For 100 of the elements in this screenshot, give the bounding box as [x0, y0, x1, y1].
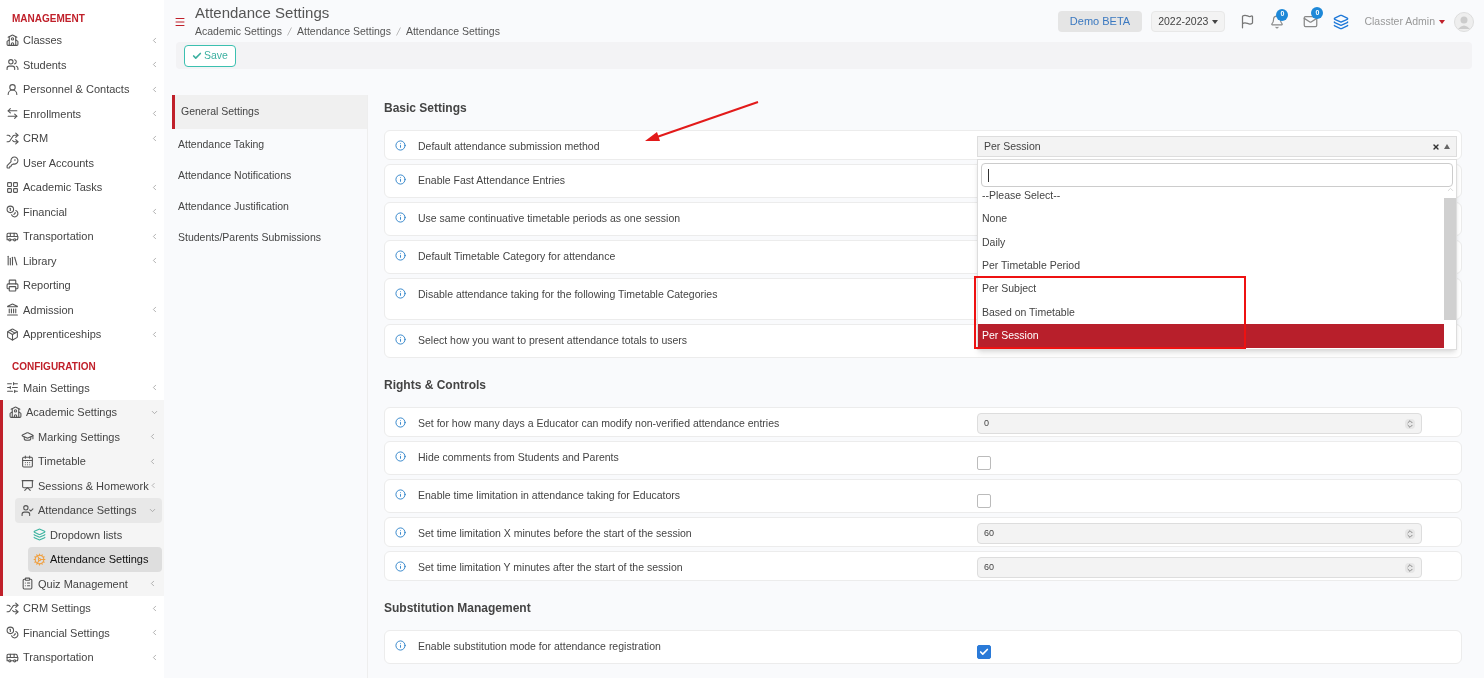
info-icon[interactable]	[395, 250, 406, 261]
classroom-icon	[9, 405, 22, 419]
checkbox[interactable]	[977, 645, 991, 659]
chevron-left-icon	[150, 84, 159, 94]
setting-label: Set time limitation X minutes before the start of the session	[418, 526, 692, 541]
sidebar-item[interactable]: Sessions & Homework	[15, 473, 162, 498]
info-icon[interactable]	[395, 212, 406, 223]
sidebar-item[interactable]: Library	[0, 248, 164, 273]
checkbox[interactable]	[977, 494, 991, 508]
dropdown-option[interactable]: Based on Timetable	[978, 300, 1444, 325]
select-field[interactable]: Per Session	[977, 136, 1457, 157]
gear-icon	[33, 552, 46, 566]
info-icon[interactable]	[395, 288, 406, 299]
list-icon	[21, 577, 34, 591]
breadcrumb-link[interactable]: Attendance Settings	[405, 24, 500, 40]
checkbox[interactable]	[977, 456, 991, 470]
chevron-left-icon	[150, 182, 159, 192]
shuffle-icon	[6, 131, 19, 145]
graduation-cap-icon	[21, 430, 34, 444]
sidebar-item[interactable]: Academic Settings	[3, 400, 164, 425]
sidebar-item[interactable]: Academic Tasks	[0, 175, 164, 200]
sidebar-item[interactable]: CRM Settings	[0, 596, 164, 621]
sidebar-item[interactable]: Personnel & Contacts	[0, 77, 164, 102]
year-dropdown[interactable]: 2022-2023	[1151, 11, 1226, 32]
sidebar-item[interactable]: Apprenticeships	[0, 322, 164, 347]
sidebar-item[interactable]: Attendance Settings	[15, 498, 162, 523]
sidebar-item[interactable]: Students	[0, 52, 164, 77]
sidebar-item[interactable]: User Accounts	[0, 150, 164, 175]
section-heading: Rights & Controls	[384, 377, 487, 394]
settings-tab[interactable]: Attendance Notifications	[172, 160, 367, 191]
breadcrumb-link[interactable]: Attendance Settings	[296, 24, 391, 40]
number-field[interactable]: 60	[977, 523, 1422, 544]
section-heading: Basic Settings	[384, 100, 468, 117]
dropdown-option[interactable]: --Please Select--	[978, 184, 1444, 208]
chevron-left-icon	[150, 256, 159, 266]
info-icon[interactable]	[395, 417, 406, 428]
clear-icon	[1432, 142, 1440, 151]
chevron-left-icon	[150, 329, 159, 339]
dropdown-option[interactable]: Per Timetable Period	[978, 254, 1444, 278]
info-icon[interactable]	[395, 640, 406, 651]
sidebar-item[interactable]: Reporting	[0, 273, 164, 298]
demo-button[interactable]: Demo BETA	[1057, 11, 1143, 32]
setting-label: Set time limitation Y minutes after the start of the session	[418, 560, 683, 575]
sidebar-item[interactable]: Financial	[0, 199, 164, 224]
sidebar-item[interactable]: Transportation	[0, 224, 164, 249]
sidebar-item[interactable]: Quiz Management	[15, 571, 162, 596]
sidebar-item[interactable]: Marking Settings	[15, 424, 162, 449]
info-icon[interactable]	[395, 489, 406, 500]
info-icon[interactable]	[395, 451, 406, 462]
sidebar-item[interactable]: Enrollments	[0, 101, 164, 126]
sidebar-item[interactable]: Financial Settings	[0, 620, 164, 645]
settings-tab[interactable]: General Settings	[172, 95, 367, 129]
presentation-icon	[21, 479, 34, 493]
sidebar-item[interactable]: Main Settings	[0, 375, 164, 400]
arrows-icon	[6, 107, 19, 121]
chevron-left-icon	[148, 579, 157, 589]
settings-tab[interactable]: Students/Parents Submissions	[172, 222, 367, 253]
number-field[interactable]: 60	[977, 557, 1422, 578]
info-icon[interactable]	[395, 527, 406, 538]
spinner-icon	[1405, 562, 1415, 573]
building-icon	[6, 303, 19, 317]
info-icon[interactable]	[395, 561, 406, 572]
sidebar-item[interactable]: CRM	[0, 126, 164, 151]
sidebar-item[interactable]: Transportation	[0, 645, 164, 670]
search-field[interactable]	[981, 163, 1453, 187]
scrollbar-thumb[interactable]	[1444, 198, 1456, 320]
info-icon[interactable]	[395, 174, 406, 185]
sidebar-item[interactable]: Timetable	[15, 449, 162, 474]
person-icon	[6, 82, 19, 96]
section-heading: CONFIGURATION	[11, 359, 97, 374]
box-icon	[6, 327, 19, 341]
users-icon	[6, 58, 19, 72]
text-cursor	[988, 168, 989, 182]
mail-icon[interactable]	[1303, 14, 1319, 29]
dropdown-option[interactable]: None	[978, 207, 1444, 231]
flag-icon[interactable]	[1240, 14, 1256, 29]
sidebar-item[interactable]: Admission	[0, 297, 164, 322]
info-icon[interactable]	[395, 140, 406, 151]
chevron-left-icon	[150, 603, 159, 613]
dropdown-option[interactable]: Per Session	[978, 324, 1444, 348]
dropdown-option[interactable]: Daily	[978, 230, 1444, 255]
section-heading: MANAGEMENT	[11, 12, 86, 26]
setting-label: Select how you want to present attendance totals to users	[418, 333, 688, 348]
classroom-icon	[6, 33, 19, 47]
sidebar-item[interactable]: Attendance Settings	[28, 547, 162, 572]
sidebar-item[interactable]: Dropdown lists	[28, 522, 162, 547]
info-icon[interactable]	[395, 334, 406, 345]
bell-icon[interactable]	[1270, 14, 1285, 29]
sliders-icon	[6, 381, 19, 395]
chevron-left-icon	[148, 432, 157, 442]
settings-tab[interactable]: Attendance Taking	[172, 129, 367, 160]
sidebar-item[interactable]: Classes	[0, 28, 164, 53]
separator-icon	[395, 27, 401, 37]
settings-tab[interactable]: Attendance Justification	[172, 191, 367, 222]
shuffle-icon	[6, 601, 19, 615]
menu-icon[interactable]	[174, 16, 186, 28]
page-title: Attendance Settings	[195, 3, 331, 23]
chevron-left-icon	[148, 481, 157, 491]
number-field[interactable]: 0	[977, 413, 1422, 434]
breadcrumb-link[interactable]: Academic Settings	[195, 24, 282, 40]
